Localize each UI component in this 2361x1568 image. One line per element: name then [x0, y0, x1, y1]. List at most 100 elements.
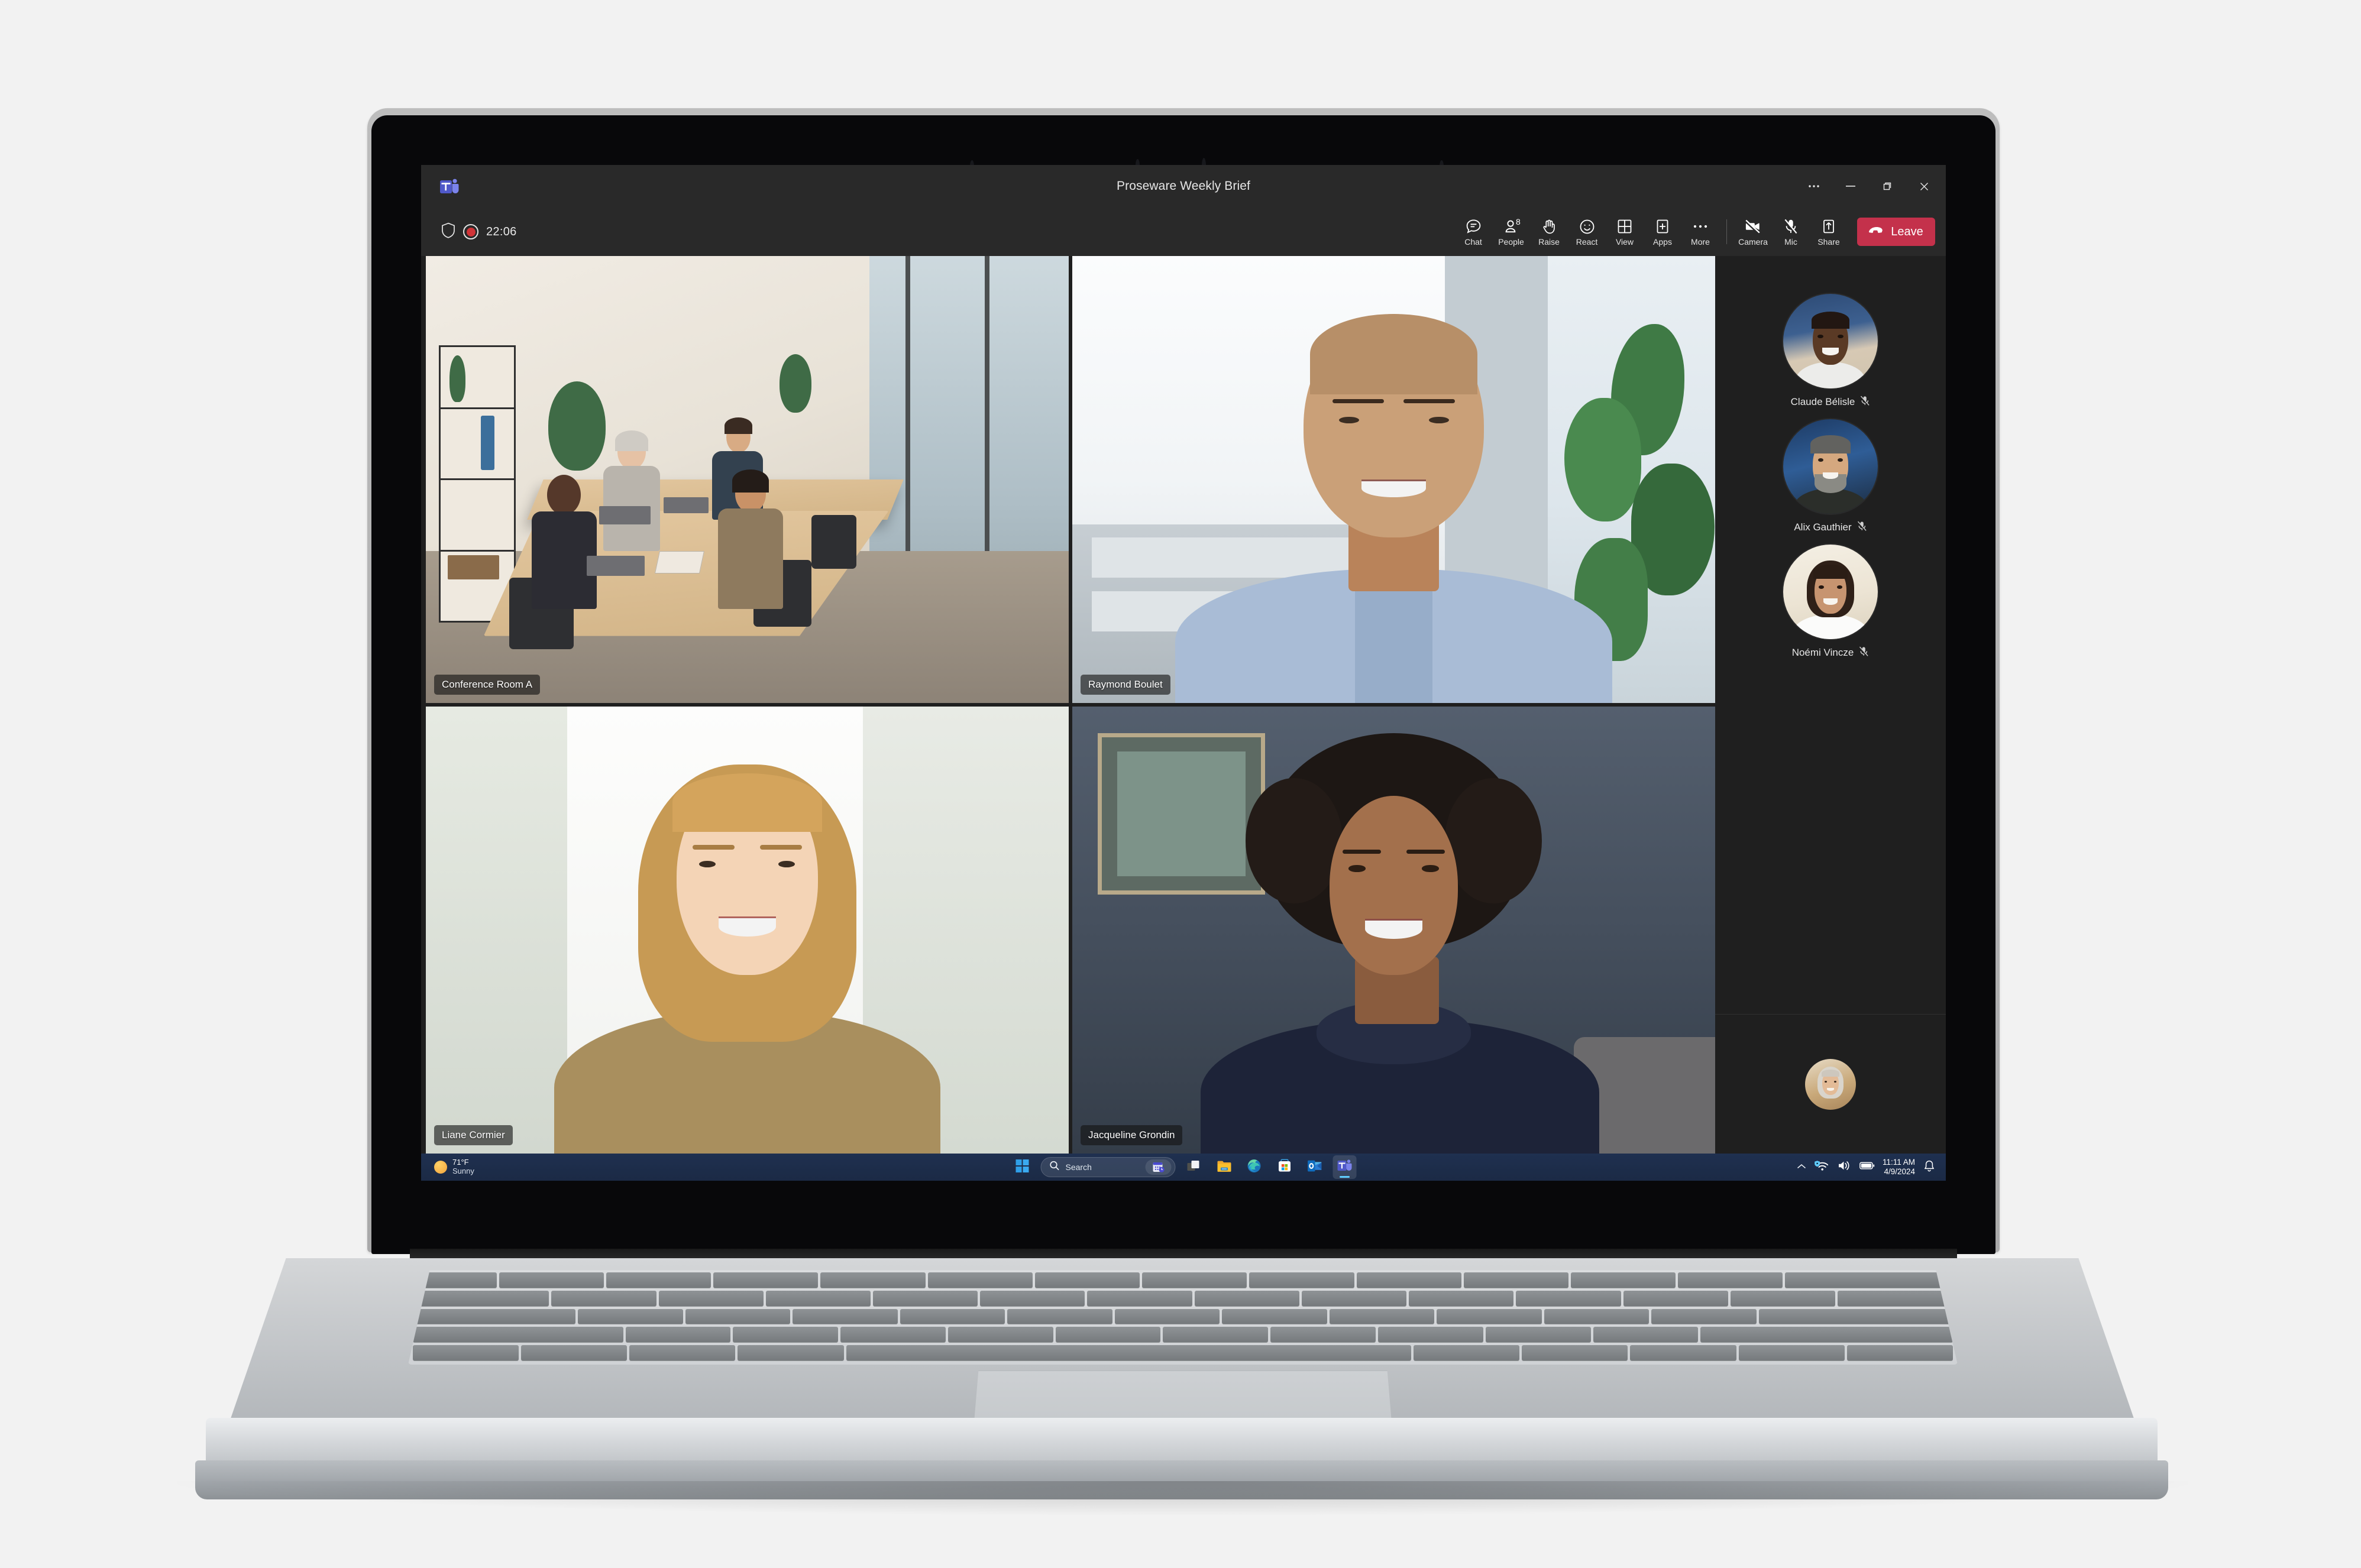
avatar [1783, 294, 1878, 388]
taskbar-app-edge[interactable] [1243, 1155, 1266, 1179]
volume-icon [1838, 1160, 1851, 1174]
toolbar-more-label: More [1691, 237, 1710, 247]
toolbar-react-button[interactable]: React [1568, 210, 1606, 253]
leave-button[interactable]: Leave [1857, 218, 1935, 246]
mic-off-icon [1784, 218, 1798, 235]
laptop-screen: Proseware Weekly Brief 22:06 Chat 8 Peop… [421, 165, 1946, 1181]
mic-muted-icon [1860, 396, 1870, 409]
toolbar-apps-button[interactable]: Apps [1644, 210, 1681, 253]
share-up-icon [1822, 218, 1836, 235]
volume-button[interactable] [1833, 1155, 1855, 1180]
chevron-up-icon [1797, 1162, 1806, 1172]
taskbar-app-outlook[interactable] [1303, 1155, 1327, 1179]
battery-icon [1859, 1161, 1875, 1173]
avatar [1783, 545, 1878, 639]
taskbar-weather-widget[interactable]: 71°F Sunny [421, 1158, 474, 1175]
close-button[interactable] [1906, 165, 1942, 208]
bell-icon [1924, 1160, 1935, 1175]
minimize-button[interactable] [1832, 165, 1869, 208]
roster-item-label: Noémi Vincze [1791, 647, 1854, 658]
shield-icon [441, 222, 455, 241]
self-avatar [1805, 1058, 1856, 1110]
meeting-timer: 22:06 [486, 225, 517, 238]
leave-button-label: Leave [1891, 225, 1923, 238]
toolbar-mic-label: Mic [1784, 237, 1797, 247]
taskbar-app-store[interactable] [1273, 1155, 1296, 1179]
participant-roster: Claude Bélisle Alix Gauthier Noémi Vincz… [1715, 256, 1946, 1154]
toolbar-raise-button[interactable]: Raise [1530, 210, 1568, 253]
window-title: Proseware Weekly Brief [1117, 179, 1250, 193]
toolbar-divider [1726, 219, 1727, 244]
more-ellipsis-icon [1693, 218, 1708, 235]
roster-item-alix-gauthier[interactable]: Alix Gauthier [1715, 417, 1946, 537]
taskbar-app-teams[interactable] [1332, 1155, 1357, 1179]
self-view-panel[interactable] [1715, 1014, 1946, 1154]
toolbar-chat-label: Chat [1464, 237, 1482, 247]
mic-muted-icon [1857, 521, 1867, 534]
tile-label: Conference Room A [434, 675, 541, 695]
video-feed-jacqueline-grondin [1072, 707, 1715, 1154]
roster-item-name-row: Alix Gauthier [1794, 521, 1867, 534]
video-feed-conference-room [426, 256, 1069, 703]
network-button[interactable] [1810, 1155, 1833, 1180]
meeting-status-group: 22:06 [441, 208, 517, 256]
clock-date: 4/9/2024 [1884, 1167, 1915, 1176]
people-count-badge: 8 [1516, 217, 1521, 226]
raise-hand-icon [1541, 218, 1557, 235]
view-grid-icon [1617, 218, 1632, 235]
toolbar-share-button[interactable]: Share [1810, 210, 1848, 253]
video-feed-raymond-boulet [1072, 256, 1715, 703]
start-button[interactable] [1011, 1155, 1034, 1179]
task-view-icon [1187, 1159, 1201, 1175]
toolbar-camera-button[interactable]: Camera [1734, 210, 1772, 253]
roster-item-claude-belisle[interactable]: Claude Bélisle [1715, 291, 1946, 412]
video-tile-conference-room[interactable]: Conference Room A [426, 256, 1069, 703]
mic-muted-icon [1858, 646, 1869, 659]
toolbar-mic-button[interactable]: Mic [1772, 210, 1810, 253]
outlook-icon [1307, 1159, 1322, 1175]
floor-shadow [177, 1481, 2188, 1515]
tile-label: Liane Cormier [434, 1125, 513, 1145]
toolbar-view-button[interactable]: View [1606, 210, 1644, 253]
battery-button[interactable] [1855, 1155, 1879, 1180]
file-explorer-icon [1217, 1159, 1231, 1175]
windows-start-icon [1015, 1159, 1029, 1175]
search-placeholder: Search [1065, 1162, 1092, 1172]
clock-time: 11:11 AM [1882, 1157, 1915, 1167]
search-input[interactable]: Search [1040, 1157, 1176, 1177]
teams-icon [1337, 1159, 1352, 1175]
edge-icon [1247, 1159, 1262, 1176]
title-more-options-button[interactable] [1796, 165, 1832, 208]
restore-button[interactable] [1869, 165, 1906, 208]
show-hidden-icons-button[interactable] [1793, 1155, 1810, 1180]
meeting-toolbar: 22:06 Chat 8 People Raise React View App… [421, 208, 1946, 256]
chat-icon [1466, 218, 1482, 235]
toolbar-more-button[interactable]: More [1681, 210, 1719, 253]
store-icon [1277, 1159, 1291, 1175]
wifi-secure-icon [1815, 1160, 1829, 1174]
system-tray: 11:11 AM 4/9/2024 [1793, 1155, 1946, 1180]
taskbar-app-file-explorer[interactable] [1212, 1155, 1236, 1179]
calendar-clock-icon[interactable] [1145, 1159, 1172, 1175]
toolbar-people-button[interactable]: 8 People [1492, 210, 1530, 253]
video-tile-liane-cormier[interactable]: Liane Cormier [426, 707, 1069, 1154]
roster-item-noemi-vincze[interactable]: Noémi Vincze [1715, 542, 1946, 663]
toolbar-apps-label: Apps [1653, 237, 1672, 247]
video-grid: Conference Room A Raymond Boulet Liane C… [426, 256, 1715, 1154]
roster-item-name-row: Claude Bélisle [1791, 396, 1871, 409]
toolbar-camera-label: Camera [1738, 237, 1768, 247]
notifications-button[interactable] [1920, 1155, 1939, 1180]
taskbar-app-task-view[interactable] [1182, 1155, 1206, 1179]
toolbar-people-label: People [1498, 237, 1524, 247]
windows-taskbar: 71°F Sunny Search 11:11 AM 4/9/2024 [421, 1154, 1946, 1181]
weather-temperature: 71°F [452, 1158, 469, 1167]
weather-condition: Sunny [452, 1167, 474, 1175]
video-tile-jacqueline-grondin[interactable]: Jacqueline Grondin [1072, 707, 1715, 1154]
toolbar-chat-button[interactable]: Chat [1454, 210, 1492, 253]
toolbar-share-label: Share [1817, 237, 1840, 247]
toolbar-view-label: View [1615, 237, 1634, 247]
taskbar-clock[interactable]: 11:11 AM 4/9/2024 [1879, 1158, 1920, 1177]
toolbar-actions: Chat 8 People Raise React View Apps More… [1454, 208, 1946, 256]
tile-label: Jacqueline Grondin [1081, 1125, 1183, 1145]
video-tile-raymond-boulet[interactable]: Raymond Boulet [1072, 256, 1715, 703]
